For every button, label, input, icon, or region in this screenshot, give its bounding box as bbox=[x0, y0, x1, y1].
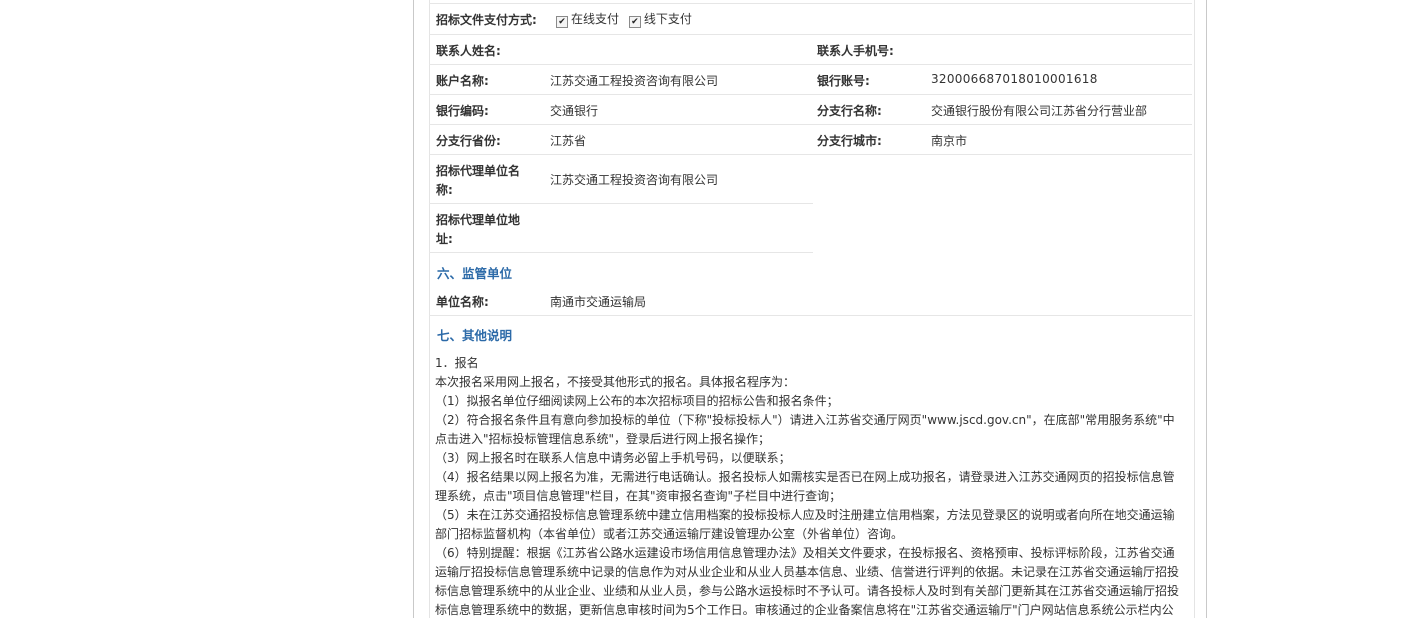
row-divider bbox=[429, 124, 1192, 125]
bank-code-value: 交通银行 bbox=[550, 104, 599, 118]
branch-name-label: 分支行名称: bbox=[817, 104, 882, 118]
branch-name-value: 交通银行股份有限公司江苏省分行营业部 bbox=[931, 104, 1148, 118]
supervision-unit-value: 南通市交通运输局 bbox=[550, 295, 647, 309]
offline-payment-label: 线下支付 bbox=[643, 12, 692, 26]
row-divider bbox=[429, 34, 1192, 35]
agency-address-label: 招标代理单位地 址: bbox=[436, 211, 520, 249]
notes-line: 点击进入"招标投标管理信息系统"，登录后进行网上报名操作； bbox=[435, 432, 771, 446]
notes-line: （2）符合报名条件且有意向参加投标的单位（下称"投标投标人"）请进入江苏省交通厅… bbox=[435, 413, 1175, 427]
row-divider bbox=[429, 94, 1192, 95]
notes-line: （4）报名结果以网上报名为准，无需进行电话确认。报名投标人如需核实是否已在网上成… bbox=[435, 470, 1175, 484]
agency-address-label-line2: 址: bbox=[436, 232, 453, 246]
notes-line: 部门招标监督机构（本省单位）或者江苏交通运输厅建设管理办公室（外省单位）咨询。 bbox=[435, 527, 904, 541]
contact-phone-label: 联系人手机号: bbox=[817, 44, 894, 58]
notes-line: （5）未在江苏交通招投标信息管理系统中建立信用档案的投标投标人应及时注册建立信用… bbox=[435, 508, 1175, 522]
row-divider bbox=[429, 3, 1192, 4]
account-name-value: 江苏交通工程投资咨询有限公司 bbox=[550, 74, 719, 88]
row-divider bbox=[429, 315, 1192, 316]
branch-city-value: 南京市 bbox=[931, 134, 968, 148]
notes-line: 标信息管理系统中的数据，更新信息审核时间为5个工作日。审核通过的企业备案信息将在… bbox=[435, 603, 1174, 617]
row-divider bbox=[429, 252, 813, 253]
bank-account-label: 银行账号: bbox=[817, 74, 870, 88]
agency-address-label-line1: 招标代理单位地 bbox=[436, 213, 521, 227]
agency-name-value: 江苏交通工程投资咨询有限公司 bbox=[550, 173, 719, 187]
online-payment-label: 在线支付 bbox=[571, 12, 620, 26]
notes-line: 理系统，点击"项目信息管理"栏目，在其"资审报名查询"子栏目中进行查询； bbox=[435, 489, 842, 503]
contact-name-label: 联系人姓名: bbox=[436, 44, 501, 58]
offline-payment-checkbox[interactable]: ✔ bbox=[628, 16, 641, 28]
bank-code-label: 银行编码: bbox=[436, 104, 489, 118]
section-supervision-title: 六、监管单位 bbox=[437, 266, 513, 281]
agency-name-label-line1: 招标代理单位名 bbox=[436, 164, 521, 178]
branch-province-label: 分支行省份: bbox=[436, 134, 501, 148]
payment-options: ✔ 在线支付 ✔ 线下支付 bbox=[556, 10, 692, 28]
agency-name-label: 招标代理单位名 称: bbox=[436, 162, 520, 200]
section-other-notes-title: 七、其他说明 bbox=[437, 328, 513, 343]
online-payment-checkbox[interactable]: ✔ bbox=[556, 16, 568, 28]
row-divider bbox=[429, 154, 1192, 155]
notes-line: 1．报名 bbox=[435, 356, 479, 370]
notes-line: 本次报名采用网上报名，不接受其他形式的报名。具体报名程序为： bbox=[435, 375, 796, 389]
branch-province-value: 江苏省 bbox=[550, 134, 587, 148]
other-notes-body: 1．报名 本次报名采用网上报名，不接受其他形式的报名。具体报名程序为： （1）拟… bbox=[435, 354, 1183, 620]
branch-city-label: 分支行城市: bbox=[817, 134, 882, 148]
account-name-label: 账户名称: bbox=[436, 74, 489, 88]
bank-account-value: 320006687018010001618 bbox=[931, 72, 1098, 86]
row-divider bbox=[429, 64, 1192, 65]
agency-name-label-line2: 称: bbox=[436, 183, 453, 197]
notes-line: （3）网上报名时在联系人信息中请务必留上手机号码，以便联系； bbox=[435, 451, 791, 465]
supervision-unit-label: 单位名称: bbox=[436, 295, 489, 309]
notes-line: （6）特别提醒：根据《江苏省公路水运建设市场信用信息管理办法》及相关文件要求，在… bbox=[435, 546, 1175, 560]
notes-line: （1）拟报名单位仔细阅读网上公布的本次招标项目的招标公告和报名条件； bbox=[435, 394, 839, 408]
payment-method-label: 招标文件支付方式: bbox=[436, 13, 537, 27]
notes-line: 标信息管理系统中的从业企业、业绩和从业人员，参与公路水运投标时不予认可。请各投标… bbox=[435, 584, 1180, 598]
notes-line: 运输厅招投标信息管理系统中记录的信息作为对从业企业和从业人员基本信息、业绩、信誉… bbox=[435, 565, 1180, 579]
row-divider bbox=[429, 203, 813, 204]
